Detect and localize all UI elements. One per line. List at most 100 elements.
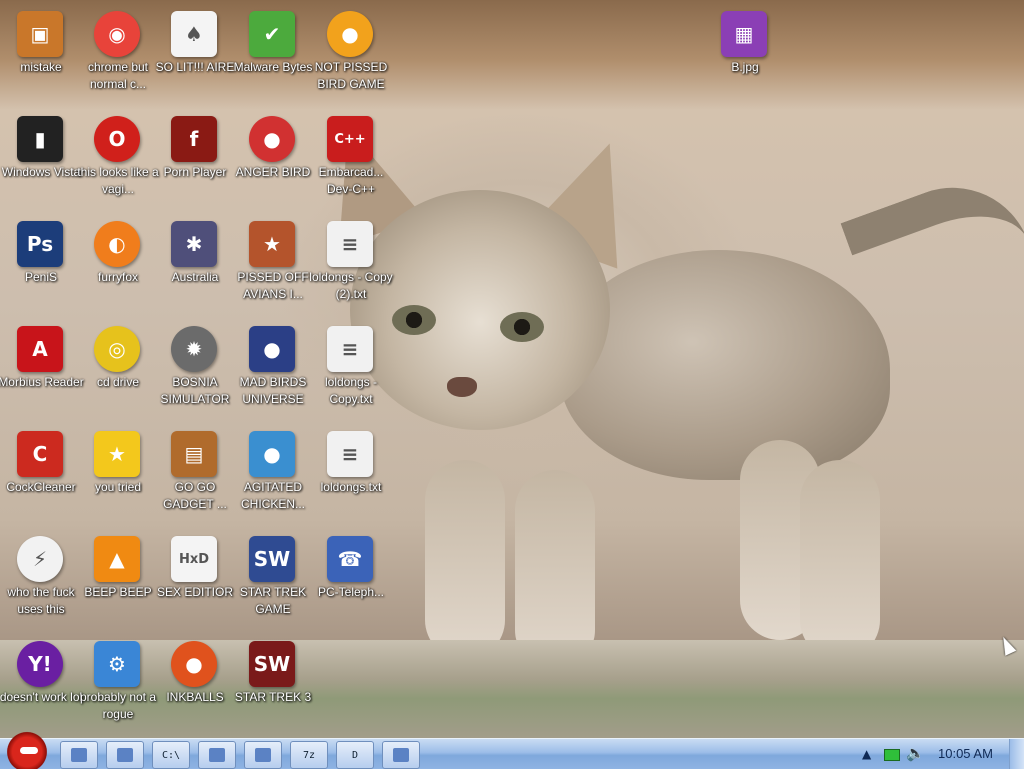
cards-icon: ♠: [171, 11, 217, 57]
star-wars-icon: SW: [249, 641, 295, 687]
chrome-icon: [117, 748, 133, 762]
desktop-icon[interactable]: ▮ Windows Vista: [0, 111, 82, 213]
wallpaper-kitten-eye: [392, 305, 436, 335]
desktop-icon[interactable]: ● MAD BIRDS UNIVERSE: [232, 321, 314, 423]
desktop-icon-label: Embarcad... Dev-C++: [318, 165, 384, 196]
desktop-icon[interactable]: ★ you tried: [77, 426, 159, 528]
inkball-icon: ●: [171, 641, 217, 687]
desktop-icon[interactable]: ◐ furryfox: [77, 216, 159, 318]
settings-icon: ⚙: [94, 641, 140, 687]
desktop-icon[interactable]: ▦ B.jpg: [704, 6, 786, 108]
tray-expand-arrow-icon[interactable]: ▲: [862, 747, 871, 761]
desktop-icon-label: BOSNIA SIMULATOR: [160, 375, 230, 406]
desktop-icon[interactable]: ⚡ who the fuck uses this: [0, 531, 82, 633]
taskbar-item-chrome[interactable]: [106, 741, 144, 769]
angry-bird-start-icon: [20, 747, 38, 754]
briefcase-icon: ▤: [171, 431, 217, 477]
desktop-icon-label: Australia: [171, 270, 219, 284]
desktop-icon-label: loldongs - Copy (2).txt: [309, 270, 393, 301]
start-button[interactable]: [2, 731, 52, 769]
desktop-icon[interactable]: ✹ BOSNIA SIMULATOR: [154, 321, 236, 423]
taskbar-item-dependency[interactable]: D: [336, 741, 374, 769]
cd-icon: ◎: [94, 326, 140, 372]
desktop-icon[interactable]: ≡ loldongs - Copy.txt: [310, 321, 392, 423]
acrobat-icon: A: [17, 326, 63, 372]
firefox-icon: ◐: [94, 221, 140, 267]
desktop-icon[interactable]: C++ Embarcad... Dev-C++: [310, 111, 392, 213]
volume-icon[interactable]: 🔈: [906, 744, 925, 762]
pig-icon: ●: [327, 11, 373, 57]
flash-icon: f: [171, 116, 217, 162]
desktop-icon[interactable]: ☎ PC-Teleph...: [310, 531, 392, 633]
desktop-icon[interactable]: ≡ loldongs.txt: [310, 426, 392, 528]
desktop-icon[interactable]: SW STAR TREK GAME: [232, 531, 314, 633]
desktop-icon[interactable]: ▤ GO GO GADGET ...: [154, 426, 236, 528]
cmd-icon: C:\: [161, 749, 181, 761]
desktop-icon[interactable]: Othis looks like a vagi...: [77, 111, 159, 213]
desktop-icon[interactable]: ▲ BEEP BEEP: [77, 531, 159, 633]
taskbar: C:\ 7z D ▲ 🔈 10:05 AM: [0, 731, 1024, 769]
network-icon: [255, 748, 271, 762]
desktop-icon[interactable]: ♠ SO LIT!!! AIRE: [154, 6, 236, 108]
7zip-icon: 7z: [302, 749, 316, 761]
desktop-icon[interactable]: ▣ mistake: [0, 6, 82, 108]
desktop-icon[interactable]: C CockCleaner: [0, 426, 82, 528]
desktop-icon[interactable]: ◎ cd drive: [77, 321, 159, 423]
wallpaper-kitten-eye: [500, 312, 544, 342]
spider-icon: ✱: [171, 221, 217, 267]
desktop-icon[interactable]: ● NOT PISSED BIRD GAME: [310, 6, 392, 108]
desktop-icon[interactable]: Ps PeniS: [0, 216, 82, 318]
desktop-icon[interactable]: A Morbius Reader: [0, 321, 84, 423]
desktop-icon[interactable]: f Porn Player: [154, 111, 236, 213]
desktop[interactable]: ▣ mistake ◉ chrome but normal c... ♠ SO LIT!!…: [0, 0, 1024, 738]
desktop-icon-label: INKBALLS: [166, 690, 224, 704]
vlc-icon: ▲: [94, 536, 140, 582]
wallpaper-kitten-leg: [425, 460, 505, 660]
desktop-icon-label: STAR TREK 3: [234, 690, 312, 704]
rio-bird-icon: ●: [249, 431, 295, 477]
desktop-icon[interactable]: ★ PISSED OFF AVIANS I...: [232, 216, 314, 318]
taskbar-item-window[interactable]: [198, 741, 236, 769]
desktop-icon[interactable]: ⚙ probably not a rogue: [77, 636, 159, 738]
angry-bird-icon: ●: [249, 116, 295, 162]
desktop-icon-label: loldongs.txt: [320, 480, 382, 494]
desktop-icon-label: ANGER BIRD: [235, 165, 311, 179]
image-file-icon: ▦: [721, 11, 767, 57]
show-desktop-button[interactable]: [1009, 739, 1024, 769]
window-icon: [209, 748, 225, 762]
desktop-icon-label: SO LIT!!! AIRE: [155, 60, 235, 74]
desktop-icon[interactable]: ✱ Australia: [154, 216, 236, 318]
taskbar-item-app[interactable]: [382, 741, 420, 769]
space-bird-icon: ●: [249, 326, 295, 372]
desktop-icon-label: NOT PISSED BIRD GAME: [314, 60, 388, 91]
yahoo-icon: Y!: [17, 641, 63, 687]
seasons-icon: ★: [249, 221, 295, 267]
desktop-icon-label: SEX EDITIOR: [156, 585, 233, 599]
desktop-icon[interactable]: ● ANGER BIRD: [232, 111, 314, 213]
desktop-icon[interactable]: Y! doesn't work lol: [0, 636, 82, 738]
taskbar-item-network[interactable]: [244, 741, 282, 769]
text-file-icon: ≡: [327, 431, 373, 477]
desktop-icon-label: STAR TREK GAME: [239, 585, 307, 616]
taskbar-item-7zip[interactable]: 7z: [290, 741, 328, 769]
network-tray-icon[interactable]: [884, 749, 900, 761]
clock[interactable]: 10:05 AM: [938, 746, 993, 761]
trash-bin-icon: ▮: [17, 116, 63, 162]
taskbar-item-cmd[interactable]: C:\: [152, 741, 190, 769]
desktop-icon[interactable]: HxD SEX EDITIOR: [154, 531, 236, 633]
devcpp-icon: C++: [327, 116, 373, 162]
desktop-icon[interactable]: SW STAR TREK 3: [232, 636, 314, 738]
desktop-icon[interactable]: ✔ Malware Bytes: [232, 6, 314, 108]
text-file-icon: ≡: [327, 221, 373, 267]
desktop-icon[interactable]: ● AGITATED CHICKEN...: [232, 426, 314, 528]
star-wars-icon: SW: [249, 536, 295, 582]
taskbar-item-explorer[interactable]: [60, 741, 98, 769]
desktop-icon-label: Porn Player: [163, 165, 227, 179]
desktop-icon[interactable]: ◉ chrome but normal c...: [77, 6, 159, 108]
wallpaper-kitten-body: [560, 250, 890, 480]
hxd-icon: HxD: [171, 536, 217, 582]
desktop-icon[interactable]: ● INKBALLS: [154, 636, 236, 738]
desktop-icon[interactable]: ≡ loldongs - Copy (2).txt: [309, 216, 393, 318]
desktop-icon-label: GO GO GADGET ...: [163, 480, 227, 511]
desktop-icon-label: Malware Bytes: [233, 60, 313, 74]
